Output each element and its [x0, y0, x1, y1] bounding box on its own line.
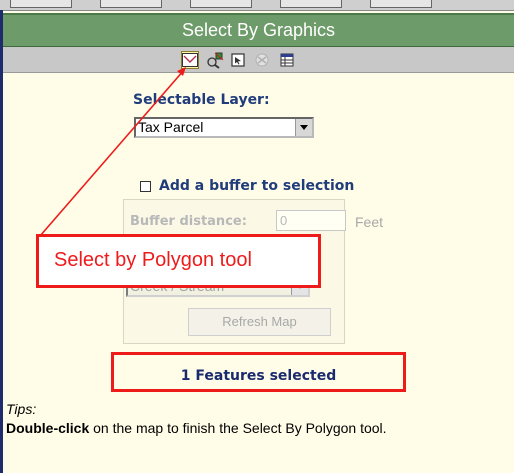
callout-arrow	[39, 67, 186, 237]
features-selected-text: 1 Features selected	[180, 368, 337, 384]
tips-title: Tips:	[6, 401, 37, 417]
tips-body: on the map to finish the Select By Polyg…	[89, 420, 387, 436]
features-selected-callout: 1 Features selected	[111, 352, 406, 392]
tips-text: Double-click on the map to finish the Se…	[6, 419, 496, 437]
tips-bold: Double-click	[6, 420, 90, 436]
